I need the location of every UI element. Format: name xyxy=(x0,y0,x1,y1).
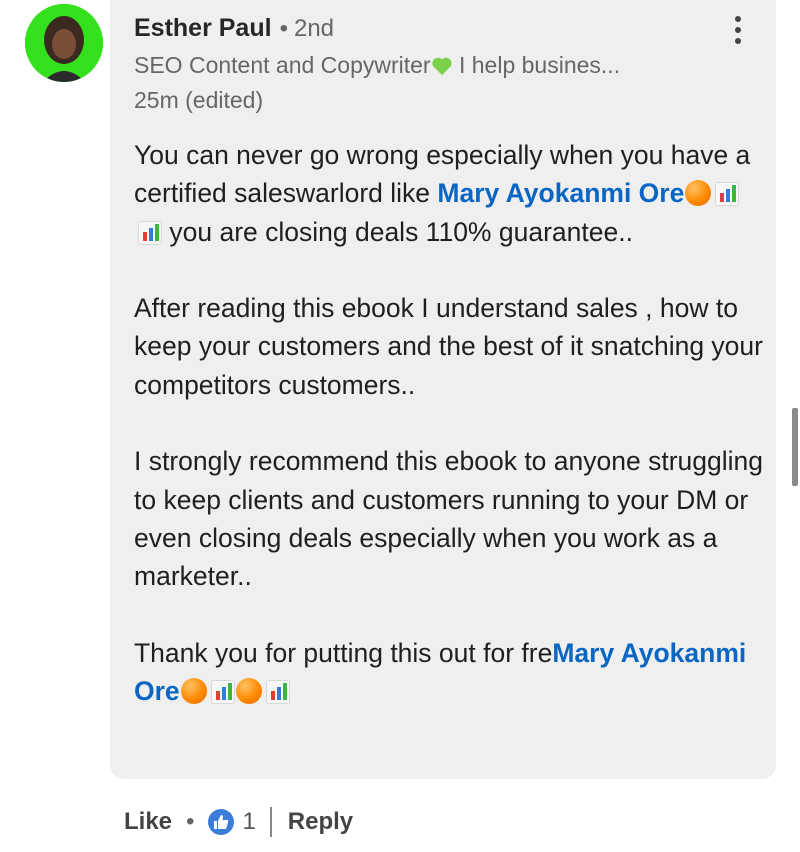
p4-text: Thank you for putting this out for fre xyxy=(134,637,553,668)
author-row: Esther Paul • 2nd xyxy=(134,14,334,48)
orange-emoji-icon xyxy=(180,678,207,705)
reply-button[interactable]: Reply xyxy=(288,808,353,836)
mention-link[interactable]: Mary Ayokanmi Ore xyxy=(437,178,684,208)
separator-dot: • xyxy=(186,808,195,835)
paragraph-1: You can never go wrong especially when y… xyxy=(134,136,764,251)
headline-prefix: SEO Content and Copywriter xyxy=(134,52,431,78)
bar-chart-emoji-icon xyxy=(210,680,235,705)
more-vertical-icon xyxy=(735,16,741,22)
more-vertical-icon xyxy=(735,27,741,33)
comment-body: You can never go wrong especially when y… xyxy=(134,136,764,749)
thumbs-up-icon[interactable] xyxy=(208,809,235,835)
avatar[interactable] xyxy=(25,4,103,82)
connection-degree-label: 2nd xyxy=(293,15,335,42)
orange-emoji-icon xyxy=(235,678,262,705)
paragraph-4: Thank you for putting this out for freMa… xyxy=(134,634,764,711)
scrollbar[interactable] xyxy=(792,408,798,486)
author-name[interactable]: Esther Paul xyxy=(134,14,272,43)
timestamp: 25m (edited) xyxy=(134,87,264,113)
headline-suffix: I help busines... xyxy=(452,52,621,78)
paragraph-2: After reading this ebook I understand sa… xyxy=(134,293,763,400)
divider xyxy=(269,807,272,837)
comment-actions: Like • 1 Reply xyxy=(124,805,353,839)
more-options-button[interactable] xyxy=(729,16,747,46)
more-vertical-icon xyxy=(735,38,741,44)
connection-degree: • 2nd xyxy=(279,15,335,42)
like-button[interactable]: Like xyxy=(124,808,172,836)
reaction-count[interactable]: 1 xyxy=(242,808,255,836)
orange-emoji-icon xyxy=(685,180,712,207)
paragraph-3: I strongly recommend this ebook to anyon… xyxy=(134,446,763,592)
bar-chart-emoji-icon xyxy=(715,182,740,207)
p1-tail: you are closing deals 110% guarantee.. xyxy=(162,216,633,247)
bar-chart-emoji-icon xyxy=(138,220,162,245)
green-heart-icon xyxy=(432,57,452,76)
bar-chart-emoji-icon xyxy=(265,680,290,705)
author-headline: SEO Content and Copywriter I help busine… xyxy=(134,52,620,79)
